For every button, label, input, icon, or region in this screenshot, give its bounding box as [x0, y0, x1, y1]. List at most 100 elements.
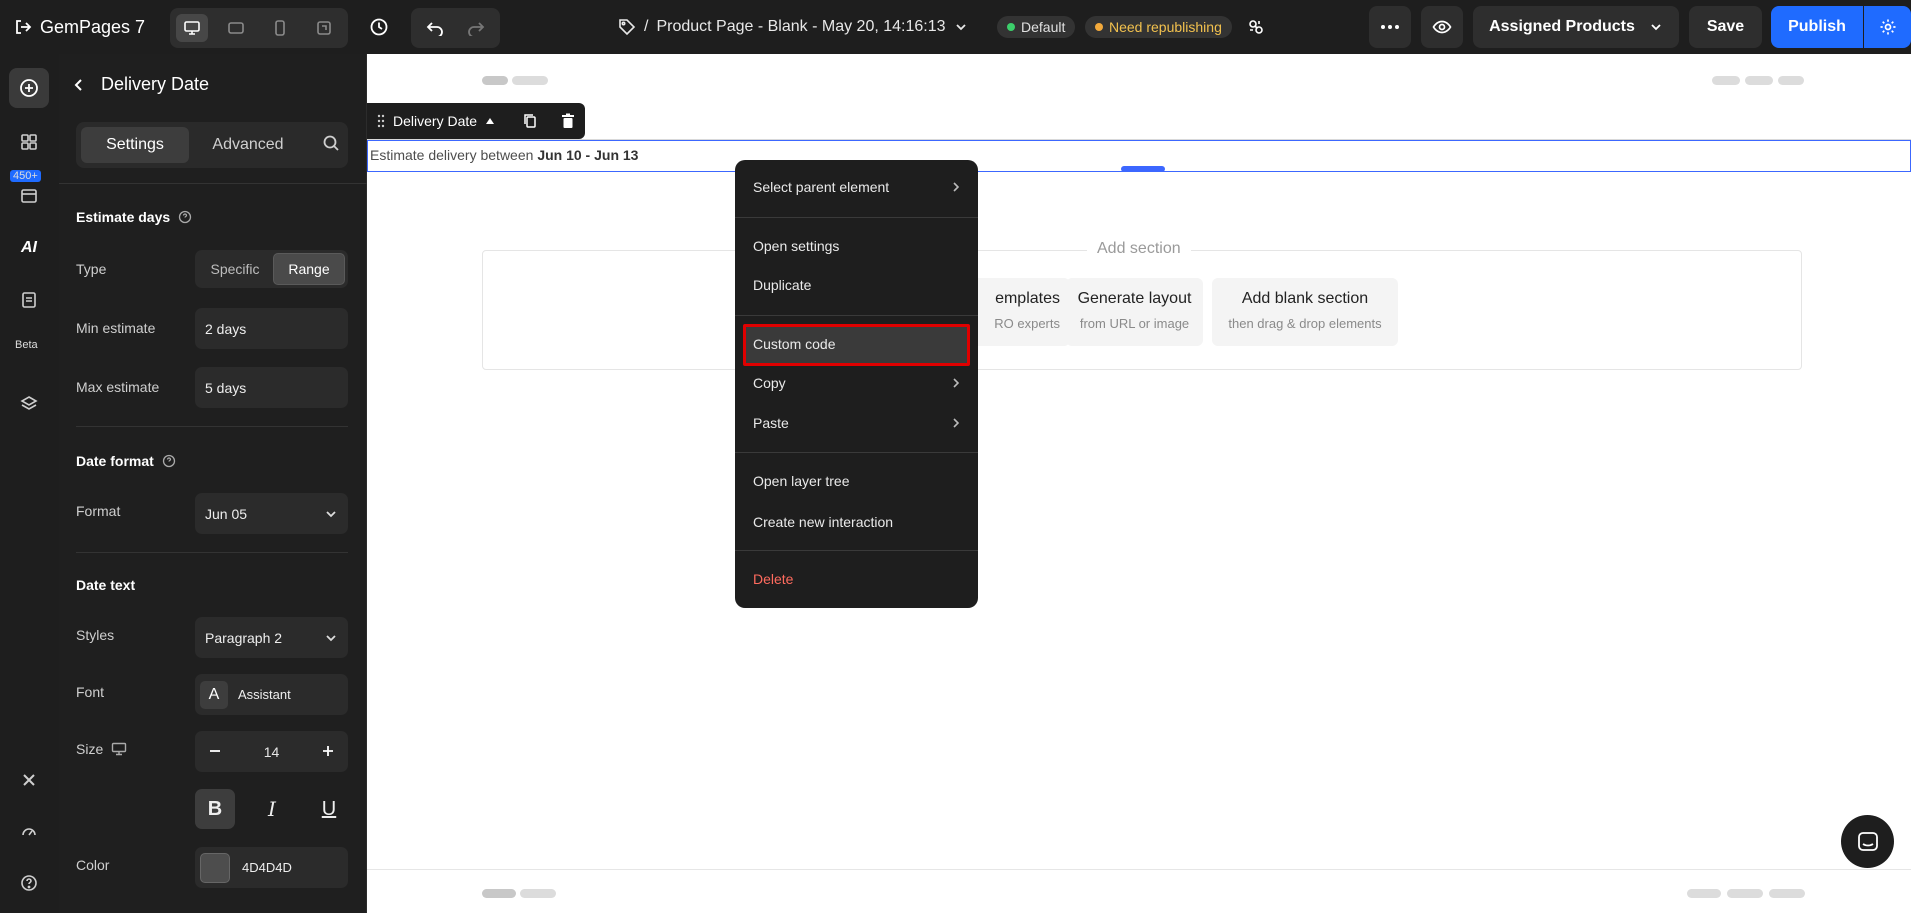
- menu-item-copy[interactable]: Copy: [753, 373, 960, 393]
- sections-button[interactable]: [9, 122, 49, 162]
- undo-button[interactable]: [416, 14, 454, 42]
- redo-button[interactable]: [457, 14, 495, 42]
- mobile-device-button[interactable]: [264, 14, 296, 42]
- add-element-button[interactable]: [9, 68, 49, 108]
- exit-button[interactable]: GemPages 7: [14, 14, 145, 40]
- desktop-device-button[interactable]: [176, 14, 208, 42]
- duplicate-icon[interactable]: [523, 113, 537, 129]
- header-skeleton: [1712, 76, 1740, 85]
- preview-button[interactable]: [1421, 6, 1463, 48]
- panel-search-button[interactable]: [322, 134, 340, 155]
- plus-circle-icon: [20, 79, 38, 97]
- styles-select[interactable]: Paragraph 2: [195, 617, 348, 658]
- publish-settings-button[interactable]: [1864, 6, 1911, 48]
- min-estimate-input[interactable]: 2 days: [195, 308, 348, 349]
- element-toolbar: Delivery Date: [367, 103, 586, 139]
- underline-button[interactable]: U: [309, 789, 349, 829]
- menu-item-custom-code[interactable]: Custom code: [753, 334, 960, 354]
- integrations-button[interactable]: [1243, 14, 1269, 40]
- publish-button[interactable]: Publish: [1771, 6, 1863, 48]
- code-button[interactable]: [9, 760, 49, 800]
- add-blank-section-title: Add blank section: [1241, 290, 1369, 307]
- help-icon[interactable]: [178, 210, 192, 224]
- need-republishing-badge[interactable]: Need republishing: [1085, 16, 1232, 38]
- back-button[interactable]: Delivery Date: [73, 74, 209, 95]
- header-skeleton: [1745, 76, 1773, 85]
- trash-icon[interactable]: [561, 113, 575, 129]
- chevron-right-icon: [953, 378, 960, 388]
- bold-button[interactable]: B: [195, 789, 235, 829]
- menu-item-select-parent[interactable]: Select parent element: [753, 177, 960, 197]
- styles-label: Styles: [76, 627, 115, 643]
- menu-item-open-layer-tree[interactable]: Open layer tree: [753, 471, 960, 491]
- help-button[interactable]: [9, 863, 49, 903]
- gear-icon: [1880, 19, 1895, 35]
- size-value[interactable]: 14: [264, 744, 280, 760]
- color-picker[interactable]: 4D4D4D: [195, 847, 348, 888]
- resize-handle[interactable]: [1121, 166, 1165, 172]
- pages-button[interactable]: [9, 280, 49, 320]
- generate-layout-subtitle: from URL or image: [1079, 316, 1190, 331]
- drag-handle-icon[interactable]: [377, 114, 385, 128]
- layers-button[interactable]: [9, 384, 49, 424]
- status-dot-green: [1007, 23, 1015, 31]
- app-name: GemPages 7: [40, 16, 146, 37]
- format-select[interactable]: Jun 05: [195, 493, 348, 534]
- chevron-down-icon: [955, 24, 966, 31]
- templates-button[interactable]: [9, 175, 49, 215]
- plus-button[interactable]: [316, 744, 340, 760]
- generate-layout-card[interactable]: Generate layout from URL or image: [1066, 278, 1203, 346]
- type-option-specific[interactable]: Specific: [198, 253, 272, 285]
- history-button[interactable]: [364, 13, 394, 41]
- copy-label: Copy: [753, 375, 786, 391]
- footer-skeleton: [1769, 889, 1805, 898]
- assigned-products-dropdown[interactable]: Assigned Products: [1473, 6, 1679, 48]
- page-title: Product Page - Blank - May 20, 14:16:13: [656, 18, 946, 35]
- font-select[interactable]: A Assistant: [195, 674, 348, 715]
- create-interaction-label: Create new interaction: [753, 514, 894, 530]
- more-icon: [1381, 25, 1399, 29]
- type-option-range[interactable]: Range: [273, 253, 345, 285]
- device-switcher: [170, 8, 348, 48]
- minus-button[interactable]: [203, 744, 227, 760]
- element-label[interactable]: Delivery Date: [393, 113, 477, 129]
- italic-icon: I: [268, 797, 276, 821]
- add-blank-section-card[interactable]: Add blank section then drag & drop eleme…: [1212, 278, 1398, 346]
- generate-layout-title: Generate layout: [1077, 290, 1192, 307]
- default-badge[interactable]: Default: [997, 16, 1076, 38]
- ai-button[interactable]: AI: [9, 228, 49, 268]
- menu-item-open-settings[interactable]: Open settings: [753, 236, 960, 256]
- date-format-title: Date format: [76, 453, 176, 469]
- tag-icon: [619, 19, 636, 36]
- eye-icon: [1432, 20, 1452, 34]
- styles-value: Paragraph 2: [205, 629, 283, 646]
- templates-card[interactable]: emplates RO experts: [962, 278, 1070, 346]
- menu-item-paste[interactable]: Paste: [753, 413, 960, 433]
- page-title-selector[interactable]: / Product Page - Blank - May 20, 14:16:1…: [618, 14, 968, 40]
- grid-icon: [21, 134, 37, 150]
- custom-device-button[interactable]: [308, 14, 340, 42]
- chevron-right-icon: [953, 182, 960, 192]
- desktop-icon[interactable]: [111, 742, 127, 756]
- menu-item-duplicate[interactable]: Duplicate: [753, 275, 960, 295]
- top-bar: GemPages 7 / Product Page - Blank - May …: [0, 0, 1911, 54]
- caret-up-icon[interactable]: [485, 117, 495, 125]
- max-estimate-input[interactable]: 5 days: [195, 367, 348, 408]
- min-estimate-label: Min estimate: [76, 320, 156, 336]
- menu-item-create-interaction[interactable]: Create new interaction: [753, 512, 960, 532]
- need-republishing-label: Need republishing: [1109, 19, 1222, 35]
- chat-button[interactable]: [1841, 815, 1894, 868]
- tablet-landscape-button[interactable]: [220, 14, 252, 42]
- beta-feature-button[interactable]: [9, 340, 49, 370]
- more-button[interactable]: [1369, 6, 1411, 48]
- help-icon[interactable]: [162, 454, 176, 468]
- menu-separator: [735, 452, 978, 453]
- tab-settings[interactable]: Settings: [81, 127, 189, 163]
- tab-advanced[interactable]: Advanced: [196, 127, 300, 163]
- color-label: Color: [76, 857, 110, 873]
- tab-advanced-label: Advanced: [212, 136, 284, 153]
- italic-button[interactable]: I: [252, 789, 292, 829]
- speed-button[interactable]: [9, 811, 49, 851]
- save-button[interactable]: Save: [1689, 6, 1762, 48]
- menu-item-delete[interactable]: Delete: [753, 569, 960, 589]
